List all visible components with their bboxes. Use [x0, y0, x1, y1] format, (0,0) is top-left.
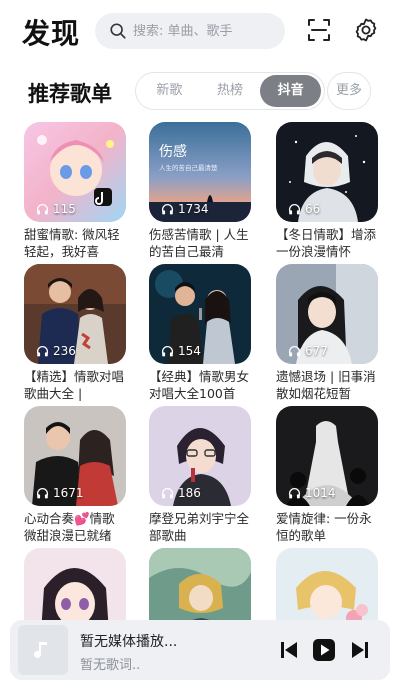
playlist-title[interactable]: 甜蜜情歌: 微风轻轻起，我好喜	[24, 226, 126, 260]
playlist-title[interactable]: 摩登兄弟刘宇宁全部歌曲	[149, 510, 251, 544]
music-note-icon	[34, 642, 47, 658]
scan-icon	[308, 19, 330, 41]
search-input[interactable]	[133, 23, 283, 39]
playlist-cover[interactable]: 186	[149, 406, 251, 506]
headphones-icon	[288, 345, 301, 356]
playlist-card[interactable]: 66 【冬日情歌】增添一份浪漫情怀	[276, 122, 378, 260]
playlist-card[interactable]: 1014 爱情旋律: 一份永恒的歌单	[276, 406, 378, 544]
more-button[interactable]: 更多	[327, 72, 371, 110]
play-count: 1671	[36, 486, 84, 500]
cover-title-text: 伤感	[159, 143, 187, 160]
play-count-value: 236	[53, 344, 76, 358]
playlist-cover[interactable]: 677	[276, 264, 378, 364]
headphones-icon	[288, 203, 301, 214]
play-count-value: 154	[178, 344, 201, 358]
headphones-icon	[36, 345, 49, 356]
tab-hot-chart[interactable]: 热榜	[200, 75, 261, 107]
gear-icon	[355, 18, 377, 42]
play-count: 1014	[288, 486, 336, 500]
play-count: 677	[288, 344, 328, 358]
playlist-cover[interactable]: 伤感 人生的苦自己最清楚 1734	[149, 122, 251, 222]
skip-previous-icon	[281, 642, 297, 658]
settings-button[interactable]	[352, 16, 380, 44]
play-count-value: 1671	[53, 486, 84, 500]
playlist-cover[interactable]: 1014	[276, 406, 378, 506]
headphones-icon	[36, 487, 49, 498]
headphones-icon	[161, 345, 174, 356]
playlist-title[interactable]: 【精选】情歌对唱歌曲大全 |	[24, 368, 126, 402]
playlist-card[interactable]: 677 遗憾退场 | 旧事消散如烟花短暂	[276, 264, 378, 402]
play-button[interactable]	[312, 638, 336, 662]
playlist-card[interactable]: 186 摩登兄弟刘宇宁全部歌曲	[149, 406, 251, 544]
playlist-card[interactable]: 236 【精选】情歌对唱歌曲大全 |	[24, 264, 126, 402]
play-count-value: 115	[53, 202, 76, 216]
section-title: 推荐歌单	[28, 82, 112, 106]
playlist-title[interactable]: 【冬日情歌】增添一份浪漫情怀	[276, 226, 378, 260]
play-count: 66	[288, 202, 320, 216]
headphones-icon	[288, 487, 301, 498]
cover-subtitle-text: 人生的苦自己最清楚	[159, 163, 218, 172]
next-button[interactable]	[348, 638, 372, 662]
playlist-title[interactable]: 伤感苦情歌 | 人生的苦自己最清	[149, 226, 251, 260]
headphones-icon	[161, 203, 174, 214]
playlist-cover[interactable]: 1671	[24, 406, 126, 506]
previous-button[interactable]	[277, 638, 301, 662]
play-count-value: 1014	[305, 486, 336, 500]
play-count-value: 66	[305, 202, 321, 216]
category-tabs: 新歌 热榜 抖音	[135, 72, 325, 110]
playlist-card[interactable]: 伤感 人生的苦自己最清楚 1734 伤感苦情歌 | 人生的苦自己最清	[149, 122, 251, 260]
playlist-title[interactable]: 心动合奏💕情歌微甜浪漫已就绪	[24, 510, 126, 544]
playlist-cover[interactable]: 154	[149, 264, 251, 364]
skip-next-icon	[352, 642, 368, 658]
playlist-card[interactable]: 115 甜蜜情歌: 微风轻轻起，我好喜	[24, 122, 126, 260]
page-title: 发现	[22, 17, 81, 50]
playlist-cover[interactable]: 115	[24, 122, 126, 222]
play-icon	[313, 639, 335, 661]
playlist-cover[interactable]: 66	[276, 122, 378, 222]
now-playing-title: 暂无媒体播放...	[80, 634, 178, 650]
top-bar: 发现	[0, 0, 400, 62]
headphones-icon	[36, 203, 49, 214]
playlist-title[interactable]: 爱情旋律: 一份永恒的歌单	[276, 510, 378, 544]
headphones-icon	[161, 487, 174, 498]
play-count: 1734	[161, 202, 209, 216]
play-count: 115	[36, 202, 76, 216]
scan-button[interactable]	[305, 16, 333, 44]
now-playing-lyric: 暂无歌词..	[80, 658, 141, 673]
playlist-cover[interactable]: 236	[24, 264, 126, 364]
play-count-value: 1734	[178, 202, 209, 216]
mini-player[interactable]: 暂无媒体播放... 暂无歌词..	[10, 620, 390, 680]
playlist-title[interactable]: 【经典】情歌男女对唱大全100首	[149, 368, 251, 402]
tab-douyin[interactable]: 抖音	[260, 75, 322, 107]
play-count-value: 186	[178, 486, 201, 500]
play-count: 186	[161, 486, 201, 500]
album-art-placeholder[interactable]	[18, 625, 68, 675]
playlist-card[interactable]: 154 【经典】情歌男女对唱大全100首	[149, 264, 251, 402]
search-icon	[110, 23, 126, 39]
play-count: 236	[36, 344, 76, 358]
play-count: 154	[161, 344, 201, 358]
search-bar[interactable]	[95, 13, 285, 49]
play-count-value: 677	[305, 344, 328, 358]
tab-new-songs[interactable]: 新歌	[139, 75, 200, 107]
playlist-title[interactable]: 遗憾退场 | 旧事消散如烟花短暂	[276, 368, 378, 402]
playlist-card[interactable]: 1671 心动合奏💕情歌微甜浪漫已就绪	[24, 406, 126, 544]
